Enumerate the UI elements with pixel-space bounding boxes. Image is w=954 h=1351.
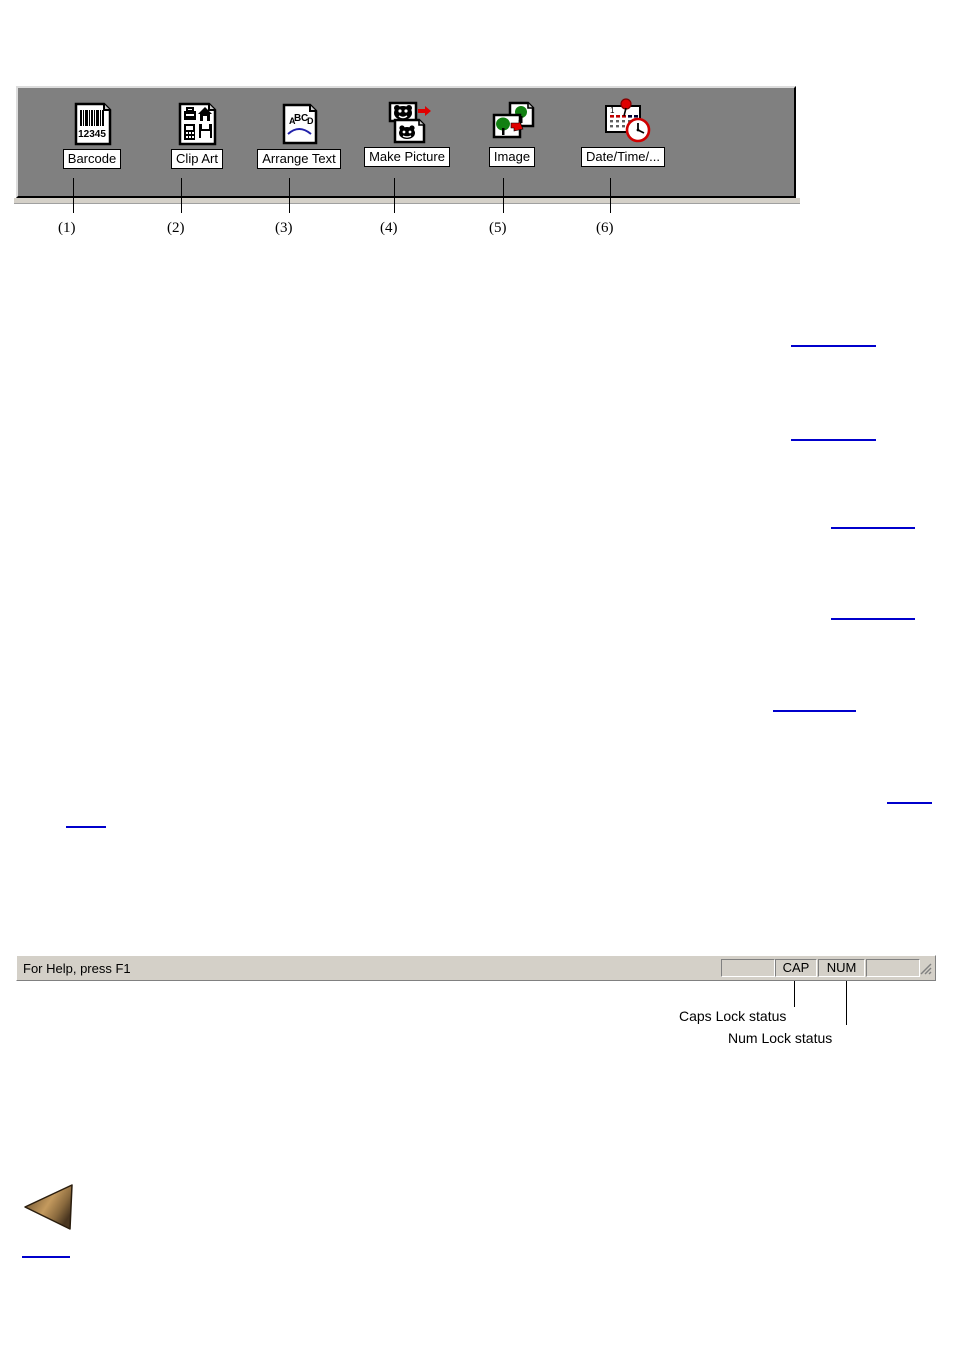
image-icon (490, 100, 535, 144)
topic-link-4[interactable] (831, 604, 915, 618)
topic-link-2[interactable] (791, 425, 876, 439)
back-link-underline (22, 1256, 70, 1258)
topic-link-underline-1 (791, 345, 876, 347)
toolbar-label-clip-art: Clip Art (171, 149, 223, 169)
toolbar-label-make-picture: Make Picture (364, 147, 450, 167)
status-leader-num-lock (846, 981, 847, 1025)
topic-link-6[interactable] (887, 788, 932, 802)
leader-line-4 (394, 178, 395, 213)
status-pane-blank-1 (721, 959, 775, 977)
clip-art-icon (175, 102, 219, 146)
leader-line-1 (73, 178, 74, 213)
topic-link-7[interactable] (66, 812, 106, 826)
svg-text:1: 1 (610, 106, 615, 115)
toolbar-button-date-time[interactable]: 1 Date/Time/... (558, 96, 688, 167)
toolbar-bottom-bevel (14, 198, 800, 204)
toolbar-button-image[interactable]: Image (466, 100, 558, 167)
topic-link-5[interactable] (773, 696, 856, 710)
arrange-text-icon: A B C D (277, 102, 321, 146)
status-leader-caps-lock (794, 981, 795, 1007)
status-callout-caps-lock: Caps Lock status (679, 1008, 787, 1024)
callout-number-6: (6) (596, 220, 614, 236)
topic-link-1[interactable] (791, 331, 876, 345)
toolbar-label-barcode: Barcode (62, 149, 122, 169)
make-picture-icon (385, 100, 431, 144)
toolbar-label-image: Image (488, 147, 536, 167)
callout-number-1: (1) (58, 220, 76, 236)
toolbar-button-make-picture[interactable]: Make Picture (352, 100, 462, 167)
toolbar-button-barcode[interactable]: 12345 Barcode (46, 102, 138, 169)
callout-number-2: (2) (167, 220, 185, 236)
status-pane-caps-lock[interactable]: CAP (775, 959, 817, 977)
status-bar-message: For Help, press F1 (23, 961, 131, 976)
back-arrow-icon[interactable] (22, 1182, 80, 1232)
callout-number-4: (4) (380, 220, 398, 236)
svg-text:12345: 12345 (78, 129, 106, 140)
topic-link-underline-7 (66, 826, 106, 828)
leader-line-6 (610, 178, 611, 213)
callout-number-5: (5) (489, 220, 507, 236)
status-pane-blank-2 (866, 959, 920, 977)
topic-link-underline-4 (831, 618, 915, 620)
topic-link-underline-3 (831, 527, 915, 529)
barcode-icon: 12345 (70, 102, 114, 146)
status-bar: For Help, press F1 CAP NUM (16, 955, 936, 981)
toolbar-background: 12345 Barcode Clip Art A B C D Arrange T… (18, 88, 794, 196)
leader-line-3 (289, 178, 290, 213)
insert-object-toolbar: 12345 Barcode Clip Art A B C D Arrange T… (16, 86, 796, 198)
svg-text:D: D (307, 116, 314, 126)
status-pane-num-lock[interactable]: NUM (818, 959, 865, 977)
toolbar-label-arrange-text: Arrange Text (257, 149, 341, 169)
leader-line-2 (181, 178, 182, 213)
topic-link-underline-6 (887, 802, 932, 804)
back-link[interactable] (22, 1242, 70, 1256)
status-callout-num-lock: Num Lock status (728, 1030, 833, 1046)
toolbar-button-arrange-text[interactable]: A B C D Arrange Text (245, 102, 353, 169)
toolbar-button-clip-art[interactable]: Clip Art (151, 102, 243, 169)
topic-link-underline-2 (791, 439, 876, 441)
leader-line-5 (503, 178, 504, 213)
topic-link-underline-5 (773, 710, 856, 712)
toolbar-label-date-time: Date/Time/... (581, 147, 665, 167)
date-time-icon: 1 (601, 96, 651, 144)
resize-grip-icon[interactable] (918, 961, 932, 975)
callout-number-3: (3) (275, 220, 293, 236)
topic-link-3[interactable] (831, 513, 915, 527)
